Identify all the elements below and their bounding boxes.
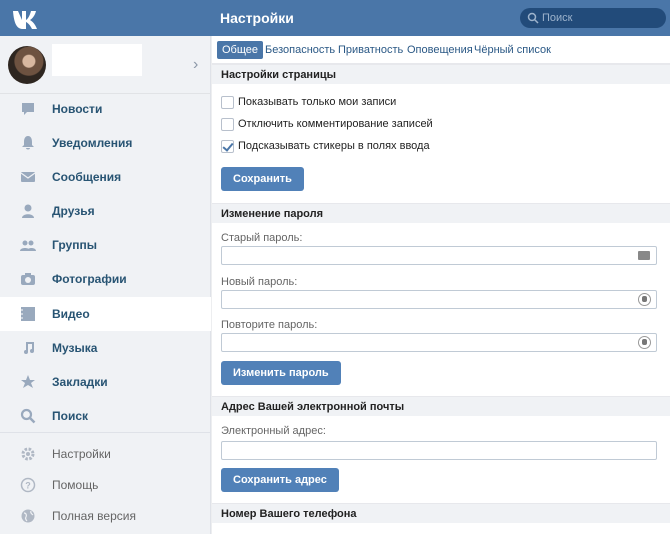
sidebar-item-full-version[interactable]: Полная версия [0, 499, 211, 533]
globe-icon [21, 509, 35, 523]
email-label: Электронный адрес: [221, 425, 326, 437]
bell-icon [22, 136, 34, 150]
sidebar-item-notifications[interactable]: Уведомления [0, 126, 211, 160]
keyboard-icon[interactable] [638, 251, 650, 260]
sidebar-divider [0, 432, 211, 433]
tab-privacy[interactable]: Приватность [333, 41, 408, 59]
old-password-field[interactable] [221, 246, 657, 265]
sidebar-item-photos[interactable]: Фотографии [0, 262, 211, 296]
change-password-button[interactable]: Изменить пароль [221, 361, 341, 385]
music-note-icon [24, 342, 34, 354]
save-email-button[interactable]: Сохранить адрес [221, 468, 339, 492]
sidebar-item-video[interactable]: Видео [0, 297, 211, 331]
section-phone: Номер Вашего телефона [212, 503, 670, 523]
gear-icon [21, 447, 35, 461]
settings-panel: Общее Безопасность Приватность Оповещени… [212, 36, 670, 534]
tab-notifications[interactable]: Оповещения [402, 41, 478, 59]
person-icon [22, 204, 34, 218]
magnifier-icon [20, 408, 36, 424]
email-field[interactable] [221, 441, 657, 460]
search-input[interactable]: Поиск [520, 8, 666, 28]
film-icon [21, 307, 35, 321]
page-title: Настройки [220, 10, 294, 26]
group-icon [20, 240, 36, 251]
sidebar-item-settings[interactable]: Настройки [0, 437, 211, 471]
new-password-field[interactable] [221, 290, 657, 309]
camera-icon [21, 273, 35, 285]
tab-security[interactable]: Безопасность [260, 41, 340, 59]
repeat-password-label: Повторите пароль: [221, 319, 318, 331]
top-bar: Настройки Поиск [0, 0, 670, 36]
sidebar-item-friends[interactable]: Друзья [0, 194, 211, 228]
sidebar: › Новости Уведомления Сообщения Друзья Г… [0, 36, 211, 534]
settings-tabs: Общее Безопасность Приватность Оповещени… [212, 36, 670, 64]
save-button[interactable]: Сохранить [221, 167, 304, 191]
news-icon [22, 103, 34, 115]
section-email: Адрес Вашей электронной почты [212, 396, 670, 416]
help-icon: ? [20, 477, 36, 493]
section-password: Изменение пароля [212, 203, 670, 223]
chevron-right-icon[interactable]: › [193, 56, 198, 74]
repeat-password-field[interactable] [221, 333, 657, 352]
profile-name[interactable] [52, 44, 142, 76]
sidebar-item-search[interactable]: Поиск [0, 399, 211, 433]
search-placeholder: Поиск [542, 12, 573, 24]
checkbox-checked[interactable] [221, 140, 234, 153]
star-icon [21, 375, 35, 388]
sidebar-item-music[interactable]: Музыка [0, 331, 211, 365]
envelope-icon [20, 172, 36, 182]
tab-blacklist[interactable]: Чёрный список [469, 41, 556, 59]
sidebar-item-groups[interactable]: Группы [0, 228, 211, 262]
section-page-settings: Настройки страницы [212, 64, 670, 84]
checkbox[interactable] [221, 118, 234, 131]
password-manager-icon[interactable] [638, 293, 651, 306]
tab-general[interactable]: Общее [217, 41, 264, 59]
search-icon [527, 12, 539, 24]
checkbox[interactable] [221, 96, 234, 109]
svg-text:?: ? [25, 481, 31, 491]
password-manager-icon[interactable] [638, 336, 651, 349]
new-password-label: Новый пароль: [221, 276, 298, 288]
sidebar-item-help[interactable]: ? Помощь [0, 468, 211, 502]
sidebar-item-news[interactable]: Новости [0, 92, 211, 126]
sidebar-item-messages[interactable]: Сообщения [0, 160, 211, 194]
sidebar-item-bookmarks[interactable]: Закладки [0, 365, 211, 399]
vk-logo-icon[interactable] [12, 6, 42, 30]
profile-card[interactable]: › [0, 36, 211, 94]
old-password-label: Старый пароль: [221, 232, 303, 244]
avatar[interactable] [8, 46, 46, 84]
